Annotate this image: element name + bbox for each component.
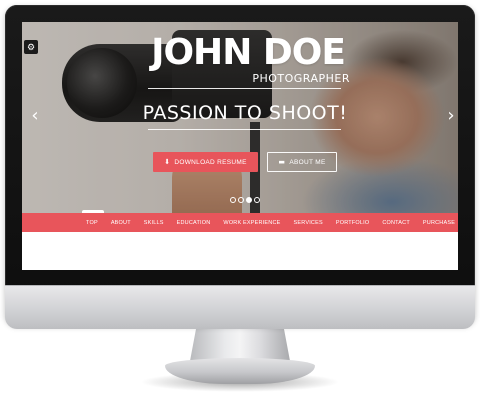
- divider-bottom: [148, 129, 341, 130]
- slider-dots: [230, 197, 260, 205]
- nav-item-work-experience[interactable]: WORK EXPERIENCE: [223, 220, 280, 226]
- hero-title: JOHN DOE: [151, 32, 346, 73]
- hero-tagline: PASSION TO SHOOT!: [142, 102, 348, 124]
- nav-item-portfolio[interactable]: PORTFOLIO: [336, 220, 369, 226]
- nav-item-about[interactable]: ABOUT: [111, 220, 131, 226]
- hero-background: ⚙ ‹ › JOHN DOE PHOTOGRAPHER PASSION TO S…: [22, 22, 458, 213]
- nav-item-education[interactable]: EDUCATION: [177, 220, 211, 226]
- slider-dot[interactable]: [254, 197, 260, 203]
- download-resume-button[interactable]: ⬇ DOWNLOAD RESUME: [153, 152, 258, 172]
- slider-dot[interactable]: [246, 197, 252, 203]
- nav-item-contact[interactable]: CONTACT: [382, 220, 410, 226]
- id-card-icon: ▬: [278, 158, 286, 166]
- about-me-label: ABOUT ME: [289, 159, 326, 166]
- nav-item-top[interactable]: TOP: [86, 220, 98, 226]
- download-icon: ⬇: [164, 158, 171, 166]
- slider-dot[interactable]: [238, 197, 244, 203]
- chevron-right-icon[interactable]: ›: [444, 106, 458, 126]
- slider-dot[interactable]: [230, 197, 236, 203]
- hero-subtitle: PHOTOGRAPHER: [252, 72, 350, 85]
- divider-top: [148, 88, 341, 89]
- monitor-chin: [5, 285, 475, 329]
- chevron-left-icon[interactable]: ‹: [28, 106, 42, 126]
- about-me-button[interactable]: ▬ ABOUT ME: [267, 152, 337, 172]
- nav-item-purchase[interactable]: PURCHASE: [423, 220, 455, 226]
- download-resume-label: DOWNLOAD RESUME: [174, 159, 247, 166]
- nav-item-services[interactable]: SERVICES: [294, 220, 323, 226]
- monitor-screen: ⚙ ‹ › JOHN DOE PHOTOGRAPHER PASSION TO S…: [22, 22, 458, 270]
- main-navbar: TOP ABOUT SKILLS EDUCATION WORK EXPERIENCE SE…: [22, 213, 458, 232]
- content-area: [22, 232, 458, 270]
- nav-item-skills[interactable]: SKILLS: [144, 220, 164, 226]
- monitor-stand-neck: [190, 329, 290, 361]
- gear-icon[interactable]: ⚙: [24, 40, 38, 54]
